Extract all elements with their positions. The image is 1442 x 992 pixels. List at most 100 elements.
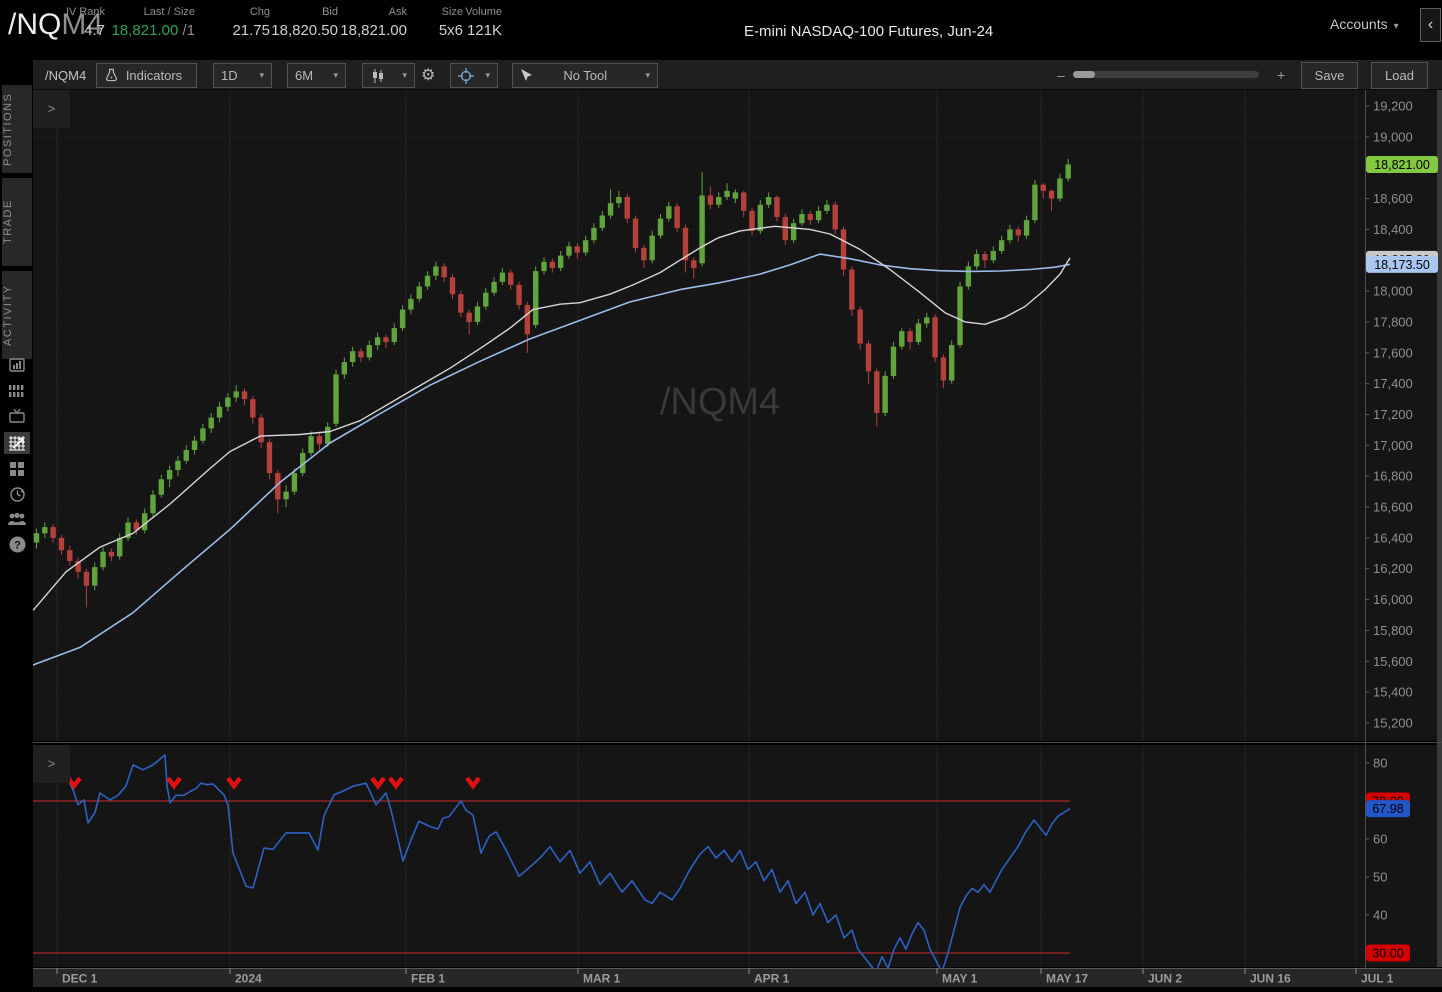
svg-text:16,400: 16,400: [1373, 530, 1413, 545]
svg-text:JUN 2: JUN 2: [1148, 972, 1182, 986]
svg-text:16,000: 16,000: [1373, 592, 1413, 607]
svg-text:FEB 1: FEB 1: [411, 972, 445, 986]
accounts-menu[interactable]: Accounts ▾: [1330, 16, 1399, 32]
timeframe-dropdown[interactable]: 1D ▾: [213, 63, 272, 88]
svg-text:15,400: 15,400: [1373, 685, 1413, 700]
instrument-description: E-mini NASDAQ-100 Futures, Jun-24: [744, 23, 994, 40]
svg-text:18,173.50: 18,173.50: [1374, 258, 1430, 272]
svg-text:19,200: 19,200: [1373, 99, 1413, 114]
rsi-pane-bg: [33, 745, 1442, 967]
range-dropdown[interactable]: 6M ▾: [287, 63, 346, 88]
zoom-in-button[interactable]: +: [1277, 67, 1285, 83]
svg-text:60: 60: [1373, 832, 1387, 847]
timeframe-value: 1D: [221, 68, 238, 83]
bid-value: 18,820.50: [271, 22, 338, 39]
crosshair-icon: [458, 67, 474, 84]
chevron-down-icon: ▾: [402, 70, 407, 80]
svg-text:18,600: 18,600: [1373, 191, 1413, 206]
tab-positions[interactable]: POSITIONS: [2, 85, 32, 173]
expand-lower-pane-button[interactable]: >: [33, 745, 70, 783]
svg-text:50: 50: [1373, 870, 1387, 885]
watermark: /NQM4: [660, 381, 780, 423]
chevron-down-icon: ▾: [485, 70, 490, 80]
chart-svg: 19,20019,00018,80018,60018,40018,20018,0…: [32, 90, 1442, 987]
chevron-down-icon: ▾: [333, 70, 338, 80]
svg-text:JUL 1: JUL 1: [1361, 972, 1394, 986]
svg-text:17,400: 17,400: [1373, 376, 1413, 391]
svg-text:18,821.00: 18,821.00: [1374, 158, 1430, 172]
drawing-tool-value: No Tool: [563, 68, 608, 83]
candlestick-chart-icon: [373, 68, 383, 83]
tab-trade[interactable]: TRADE: [2, 178, 32, 266]
svg-text:DEC 1: DEC 1: [62, 972, 98, 986]
svg-text:?: ?: [14, 539, 21, 551]
indicators-button[interactable]: Indicators: [96, 63, 197, 88]
tv-icon[interactable]: [4, 405, 30, 427]
quote-col-volume: Volume 121K: [452, 6, 502, 39]
load-button[interactable]: Load: [1371, 62, 1428, 89]
chart-canvas[interactable]: 19,20019,00018,80018,60018,40018,20018,0…: [32, 90, 1442, 987]
app-window: /NQM4 IV Rank 4.7 Last / Size 18,821.00 …: [0, 0, 1442, 987]
community-icon[interactable]: [4, 508, 30, 530]
save-button[interactable]: Save: [1301, 62, 1358, 89]
collapse-panel-button[interactable]: ‹: [1420, 8, 1441, 42]
svg-text:JUN 16: JUN 16: [1250, 972, 1291, 986]
list-icon[interactable]: [4, 380, 30, 402]
toolbar-symbol: /NQM4: [45, 68, 87, 83]
grid-icon[interactable]: [4, 458, 30, 480]
quote-header: /NQM4 IV Rank 4.7 Last / Size 18,821.00 …: [0, 0, 1442, 60]
svg-text:18,400: 18,400: [1373, 222, 1413, 237]
drawing-tool-dropdown[interactable]: No Tool ▾: [512, 63, 658, 88]
volume-value: 121K: [466, 22, 502, 39]
svg-text:17,200: 17,200: [1373, 407, 1413, 422]
chevron-down-icon: ▾: [1393, 21, 1399, 32]
zoom-out-button[interactable]: –: [1057, 67, 1065, 83]
chevron-left-icon: ‹: [1427, 16, 1434, 33]
gear-icon: ⚙: [421, 67, 436, 84]
svg-text:15,600: 15,600: [1373, 654, 1413, 669]
svg-text:15,200: 15,200: [1373, 715, 1413, 730]
svg-text:15,800: 15,800: [1373, 623, 1413, 638]
svg-text:16,800: 16,800: [1373, 469, 1413, 484]
svg-text:67.98: 67.98: [1372, 802, 1403, 816]
chart-type-dropdown[interactable]: ▾: [362, 63, 415, 88]
save-label: Save: [1314, 68, 1345, 83]
indicators-label: Indicators: [125, 68, 183, 83]
svg-text:16,200: 16,200: [1373, 561, 1413, 576]
zoom-slider-handle[interactable]: [1073, 71, 1095, 78]
svg-text:MAR 1: MAR 1: [583, 972, 621, 986]
help-icon[interactable]: ?: [4, 533, 30, 555]
cursor-icon: [521, 68, 532, 81]
crosshair-dropdown[interactable]: ▾: [450, 63, 498, 88]
svg-text:APR 1: APR 1: [754, 972, 790, 986]
chart-device-icon[interactable]: [4, 355, 30, 377]
svg-text:16,600: 16,600: [1373, 500, 1413, 515]
load-label: Load: [1385, 68, 1414, 83]
tab-activity[interactable]: ACTIVITY: [2, 271, 32, 359]
svg-text:19,000: 19,000: [1373, 129, 1413, 144]
active-chart-icon[interactable]: [4, 432, 30, 454]
last-label: Last / Size: [143, 6, 195, 18]
expand-upper-pane-button[interactable]: >: [33, 90, 70, 128]
range-value: 6M: [295, 68, 314, 83]
svg-text:30.00: 30.00: [1372, 947, 1403, 961]
chart-settings-button[interactable]: ⚙: [421, 63, 435, 88]
left-sidebar: POSITIONS TRADE ACTIVITY ?: [0, 60, 33, 987]
quote-col-ask: Ask 18,821.00: [327, 6, 407, 39]
volume-label: Volume: [465, 6, 502, 18]
bid-label: Bid: [322, 6, 338, 18]
svg-text:80: 80: [1373, 756, 1387, 771]
ask-label: Ask: [388, 6, 407, 18]
zoom-slider[interactable]: [1073, 71, 1259, 78]
svg-text:MAY 17: MAY 17: [1046, 972, 1088, 986]
svg-text:17,000: 17,000: [1373, 438, 1413, 453]
chevron-down-icon: ▾: [259, 70, 264, 80]
scrollbar: [1437, 90, 1442, 967]
svg-text:17,600: 17,600: [1373, 345, 1413, 360]
history-icon[interactable]: [4, 483, 30, 505]
last-size: /1: [178, 22, 195, 39]
ask-value: 18,821.00: [340, 22, 407, 39]
svg-text:40: 40: [1373, 908, 1387, 923]
svg-text:17,800: 17,800: [1373, 314, 1413, 329]
svg-text:2024: 2024: [235, 972, 262, 986]
